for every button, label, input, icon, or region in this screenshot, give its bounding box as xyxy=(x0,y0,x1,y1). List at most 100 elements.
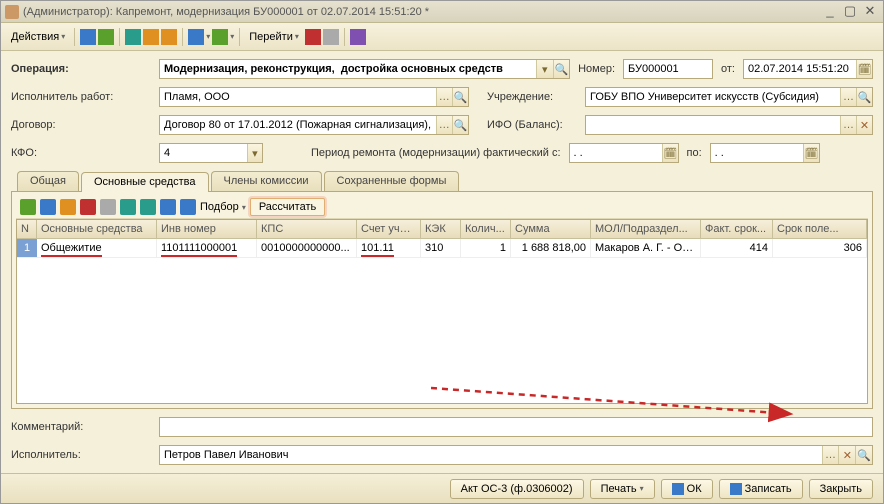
cell-qty: 1 xyxy=(461,239,511,257)
act-button[interactable]: Акт ОС-3 (ф.0306002) xyxy=(450,479,584,499)
period-from-input[interactable]: 🗓 xyxy=(569,143,679,163)
number-input[interactable] xyxy=(623,59,713,79)
executor2-label: Исполнитель: xyxy=(11,449,151,461)
more-icon[interactable]: … xyxy=(436,116,452,134)
print-menu[interactable]: Печать ▾ xyxy=(590,479,655,499)
operation-lookup-icon[interactable]: 🔍 xyxy=(553,60,570,78)
app-icon xyxy=(5,5,19,19)
minimize-button[interactable]: _ xyxy=(821,5,839,19)
col-os[interactable]: Основные средства xyxy=(37,220,157,238)
cell-kps: 0010000000000... xyxy=(257,239,357,257)
form-icon[interactable] xyxy=(323,29,339,45)
period-to-input[interactable]: 🗓 xyxy=(710,143,820,163)
operation-select[interactable]: ▾ 🔍 xyxy=(159,59,570,79)
actions-menu[interactable]: Действия ▾ xyxy=(7,29,69,45)
save-button[interactable]: Записать xyxy=(719,479,803,499)
cell-os: Общежитие xyxy=(41,242,102,257)
refresh-icon[interactable] xyxy=(98,29,114,45)
ifo-label: ИФО (Баланс): xyxy=(487,119,577,131)
ok-icon xyxy=(672,483,684,495)
calculate-button[interactable]: Рассчитать xyxy=(250,198,325,216)
maximize-button[interactable]: ▢ xyxy=(841,5,859,19)
institution-label: Учреждение: xyxy=(487,91,577,103)
date-from-label: от: xyxy=(721,63,735,75)
col-kps[interactable]: КПС xyxy=(257,220,357,238)
col-qty[interactable]: Колич... xyxy=(461,220,511,238)
more-icon[interactable]: … xyxy=(436,88,452,106)
close-window-button[interactable]: ✕ xyxy=(861,5,879,19)
sort-desc-icon[interactable] xyxy=(180,199,196,215)
comment-input[interactable] xyxy=(159,417,873,437)
col-srok[interactable]: Срок поле... xyxy=(773,220,867,238)
calendar-icon[interactable]: 🗓 xyxy=(662,144,677,162)
move-down-icon[interactable] xyxy=(140,199,156,215)
pick-menu[interactable]: Подбор ▾ xyxy=(200,201,246,213)
executor-input[interactable]: …🔍 xyxy=(159,87,469,107)
calendar-icon[interactable]: 🗓 xyxy=(856,60,872,78)
col-kek[interactable]: КЭК xyxy=(421,220,461,238)
cell-acct: 101.11 xyxy=(361,242,394,257)
close-button[interactable]: Закрыть xyxy=(809,479,873,499)
cell-mol: Макаров А. Г. - Об... xyxy=(591,239,701,257)
calendar-icon[interactable]: 🗓 xyxy=(803,144,818,162)
tab-commission[interactable]: Члены комиссии xyxy=(211,171,322,191)
tab-common[interactable]: Общая xyxy=(17,171,79,191)
number-label: Номер: xyxy=(578,63,615,75)
date-input[interactable]: 🗓 xyxy=(743,59,873,79)
edit-row-icon[interactable] xyxy=(60,199,76,215)
move-up-icon[interactable] xyxy=(120,199,136,215)
row-number: 1 xyxy=(17,239,37,257)
operation-dropdown-icon[interactable]: ▾ xyxy=(536,60,553,78)
ifo-input[interactable]: …✕ xyxy=(585,115,873,135)
tab-saved-forms[interactable]: Сохраненные формы xyxy=(324,171,460,191)
doc-copy-icon[interactable] xyxy=(125,29,141,45)
doc-new-icon[interactable] xyxy=(143,29,159,45)
user-icon[interactable] xyxy=(161,29,177,45)
col-fakt[interactable]: Факт. срок... xyxy=(701,220,773,238)
add-icon[interactable] xyxy=(20,199,36,215)
executor2-input[interactable]: …✕🔍 xyxy=(159,445,873,465)
contract-input[interactable]: …🔍 xyxy=(159,115,469,135)
more-icon[interactable]: … xyxy=(840,88,856,106)
assets-grid[interactable]: N Основные средства Инв номер КПС Счет у… xyxy=(16,219,868,404)
period-label: Период ремонта (модернизации) фактически… xyxy=(311,147,561,159)
cell-fakt: 414 xyxy=(701,239,773,257)
clear-icon[interactable]: ✕ xyxy=(838,446,855,464)
save-icon[interactable] xyxy=(80,29,96,45)
dk-icon[interactable] xyxy=(305,29,321,45)
sort-asc-icon[interactable] xyxy=(160,199,176,215)
col-mol[interactable]: МОЛ/Подраздел... xyxy=(591,220,701,238)
kfo-dropdown-icon[interactable]: ▾ xyxy=(247,144,262,162)
operation-label: Операция: xyxy=(11,63,151,75)
col-n[interactable]: N xyxy=(17,220,37,238)
cell-inv: 1101111000001 xyxy=(161,242,237,257)
col-inv[interactable]: Инв номер xyxy=(157,220,257,238)
cell-srok: 306 xyxy=(773,239,867,257)
list-icon[interactable] xyxy=(188,29,204,45)
lookup-icon[interactable]: 🔍 xyxy=(452,116,468,134)
kfo-select[interactable]: ▾ xyxy=(159,143,263,163)
period-to-label: по: xyxy=(687,147,702,159)
institution-input[interactable]: …🔍 xyxy=(585,87,873,107)
kfo-label: КФО: xyxy=(11,147,151,159)
lookup-icon[interactable]: 🔍 xyxy=(856,88,872,106)
delete-row-icon[interactable] xyxy=(80,199,96,215)
contract-label: Договор: xyxy=(11,119,151,131)
goto-menu[interactable]: Перейти ▾ xyxy=(245,29,303,45)
tree-icon[interactable] xyxy=(212,29,228,45)
help-icon[interactable] xyxy=(350,29,366,45)
copy-row-icon[interactable] xyxy=(40,199,56,215)
tab-fixed-assets[interactable]: Основные средства xyxy=(81,172,209,192)
more-icon[interactable]: … xyxy=(840,116,856,134)
col-acct[interactable]: Счет учета xyxy=(357,220,421,238)
lookup-icon[interactable]: 🔍 xyxy=(452,88,468,106)
ok-button[interactable]: ОК xyxy=(661,479,713,499)
cell-sum: 1 688 818,00 xyxy=(511,239,591,257)
col-sum[interactable]: Сумма xyxy=(511,220,591,238)
more-icon[interactable]: … xyxy=(822,446,839,464)
clear-icon[interactable]: ✕ xyxy=(856,116,872,134)
table-row[interactable]: 1 Общежитие 1101111000001 0010000000000.… xyxy=(17,239,867,258)
window-title: (Администратор): Капремонт, модернизация… xyxy=(23,6,819,18)
filter-icon[interactable] xyxy=(100,199,116,215)
lookup-icon[interactable]: 🔍 xyxy=(855,446,872,464)
